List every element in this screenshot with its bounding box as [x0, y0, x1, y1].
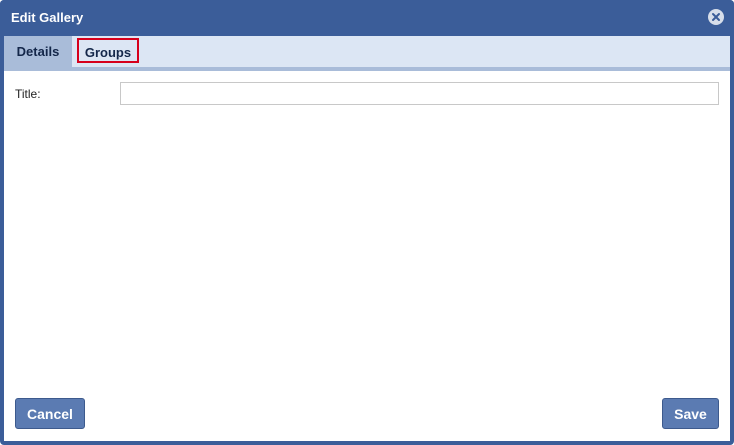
tab-groups[interactable]: Groups [77, 38, 139, 63]
title-input[interactable] [120, 82, 719, 105]
dialog-titlebar: Edit Gallery [0, 0, 734, 36]
dialog-title: Edit Gallery [11, 10, 84, 25]
cancel-button[interactable]: Cancel [15, 398, 85, 429]
edit-gallery-dialog: Edit Gallery Details Groups Title: Cance… [0, 0, 734, 445]
tab-bar: Details Groups [4, 36, 730, 67]
close-icon [712, 13, 720, 21]
save-button[interactable]: Save [662, 398, 719, 429]
dialog-content: Details Groups Title: Cancel Save [4, 36, 730, 441]
close-button[interactable] [708, 9, 724, 25]
title-row: Title: [4, 82, 730, 106]
tab-divider [4, 67, 730, 71]
tab-details[interactable]: Details [4, 36, 72, 67]
title-label: Title: [15, 87, 41, 101]
